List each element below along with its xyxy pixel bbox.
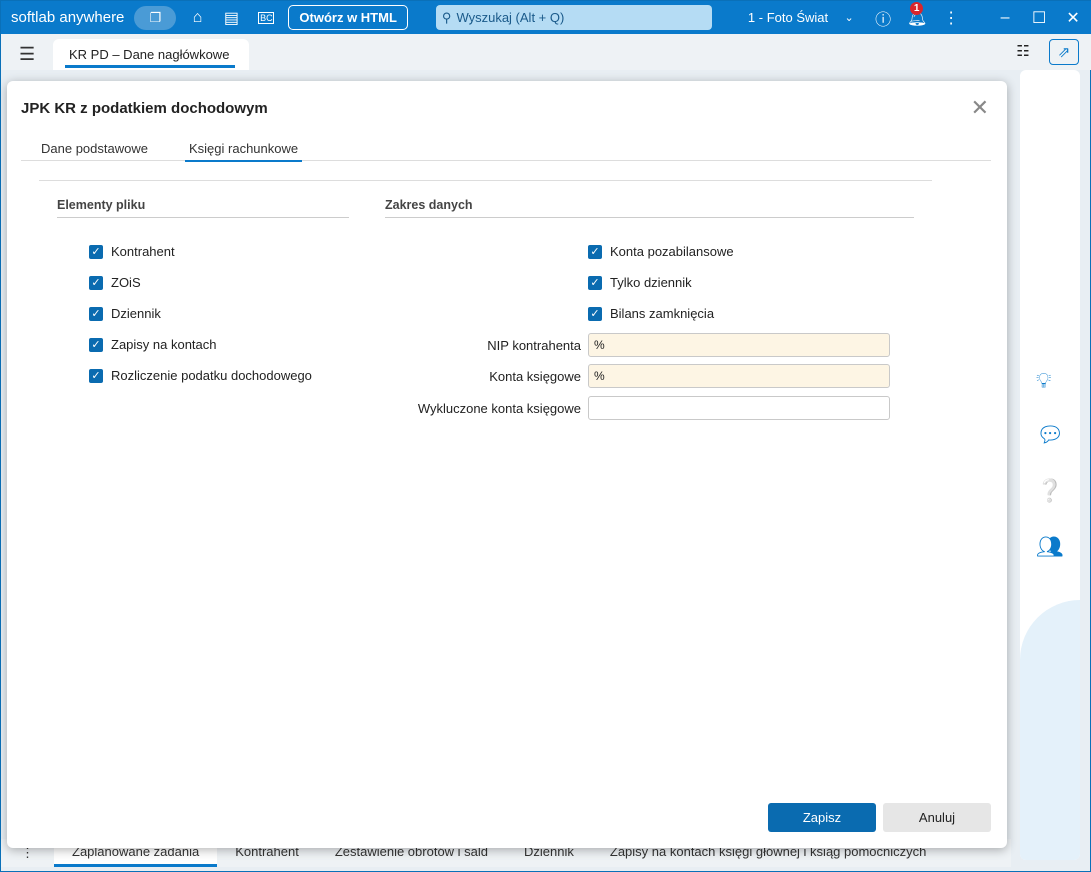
more-icon[interactable]: ⋮ <box>938 8 964 28</box>
checkbox-checked-icon: ✓ <box>89 337 103 352</box>
bc-icon[interactable]: BC <box>258 11 275 24</box>
minimize-icon[interactable]: – <box>992 9 1018 27</box>
close-icon[interactable]: ✕ <box>971 95 989 121</box>
checkbox-checked-icon: ✓ <box>588 244 602 259</box>
label-wykluczone: Wykluczone konta księgowe <box>417 401 581 416</box>
jpk-dialog: JPK KR z podatkiem dochodowym ✕ Dane pod… <box>7 81 1007 848</box>
title-bar: softlab anywhere ❐ ⌂ ▤ BC Otwórz w HTML … <box>1 1 1091 34</box>
checkbox-zapisy[interactable]: ✓ Zapisy na kontach <box>89 337 217 352</box>
document-tab-bar: ☰ KR PD – Dane nagłówkowe ☷ ⇗ <box>1 34 1091 70</box>
home-icon[interactable]: ⌂ <box>184 9 210 27</box>
close-window-icon[interactable]: ✕ <box>1060 8 1086 28</box>
label-konta: Konta księgowe <box>489 369 581 384</box>
checkbox-bilans-zamkniecia[interactable]: ✓ Bilans zamknięcia <box>588 306 714 321</box>
brand-logo: softlab anywhere <box>11 9 125 26</box>
checkbox-checked-icon: ✓ <box>89 244 103 259</box>
section-elementy-pliku: Elementy pliku <box>57 198 349 218</box>
search-input[interactable]: ⚲ Wyszukaj (Alt + Q) <box>435 5 712 30</box>
checkbox-tylko-dziennik[interactable]: ✓ Tylko dziennik <box>588 275 692 290</box>
apps-icon[interactable]: ❐ <box>134 5 177 30</box>
section-zakres-danych: Zakres danych <box>385 198 914 218</box>
save-button[interactable]: Zapisz <box>768 803 876 832</box>
checkbox-rozliczenie[interactable]: ✓ Rozliczenie podatku dochodowego <box>89 368 312 383</box>
konta-ksiegowe-input[interactable]: % <box>588 364 890 388</box>
checkbox-checked-icon: ✓ <box>89 275 103 290</box>
list-icon[interactable]: ☷ <box>1008 39 1038 65</box>
checkbox-kontrahent[interactable]: ✓ Kontrahent <box>89 244 175 259</box>
checkbox-checked-icon: ✓ <box>89 368 103 383</box>
checkbox-checked-icon: ✓ <box>89 306 103 321</box>
company-selector[interactable]: 1 - Foto Świat <box>748 10 828 25</box>
label-nip: NIP kontrahenta <box>487 338 581 353</box>
support-icon[interactable]: 👥︎ <box>1036 534 1064 560</box>
tab-dane-podstawowe[interactable]: Dane podstawowe <box>41 141 148 156</box>
chevron-down-icon[interactable]: ⌄ <box>836 11 862 24</box>
right-sidebar: 💡︎ 💬︎ ❔ 👥︎ <box>1020 70 1080 860</box>
tab-ksiegi-rachunkowe[interactable]: Księgi rachunkowe <box>185 141 303 162</box>
chat-icon[interactable]: 💬︎ <box>1036 422 1064 448</box>
bell-icon[interactable]: 🔔︎ 1 <box>904 1 930 28</box>
checkbox-zois[interactable]: ✓ ZOiS <box>89 275 141 290</box>
open-html-button[interactable]: Otwórz w HTML <box>288 5 408 30</box>
help-chat-icon[interactable]: ❔ <box>1036 478 1063 504</box>
cancel-button[interactable]: Anuluj <box>883 803 991 832</box>
search-icon: ⚲ <box>441 9 452 25</box>
wykluczone-konta-input[interactable] <box>588 396 890 420</box>
maximize-icon[interactable]: ☐ <box>1026 8 1052 28</box>
tab-kr-pd[interactable]: KR PD – Dane nagłówkowe <box>53 39 249 70</box>
checkbox-konta-pozabilansowe[interactable]: ✓ Konta pozabilansowe <box>588 244 734 259</box>
notification-badge: 1 <box>910 1 924 15</box>
checkbox-checked-icon: ✓ <box>588 306 602 321</box>
dialog-tabs: Dane podstawowe Księgi rachunkowe <box>21 139 991 162</box>
nip-kontrahenta-input[interactable]: % <box>588 333 890 357</box>
dialog-title: JPK KR z podatkiem dochodowym <box>21 100 268 117</box>
lightbulb-icon[interactable]: 💡︎ <box>1036 368 1051 394</box>
news-icon[interactable]: ▤ <box>218 8 244 28</box>
checkbox-dziennik[interactable]: ✓ Dziennik <box>89 306 161 321</box>
checkbox-checked-icon: ✓ <box>588 275 602 290</box>
help-icon[interactable]: ⓘ <box>870 6 896 30</box>
share-icon[interactable]: ⇗ <box>1049 39 1079 65</box>
menu-icon[interactable]: ☰ <box>19 44 35 65</box>
